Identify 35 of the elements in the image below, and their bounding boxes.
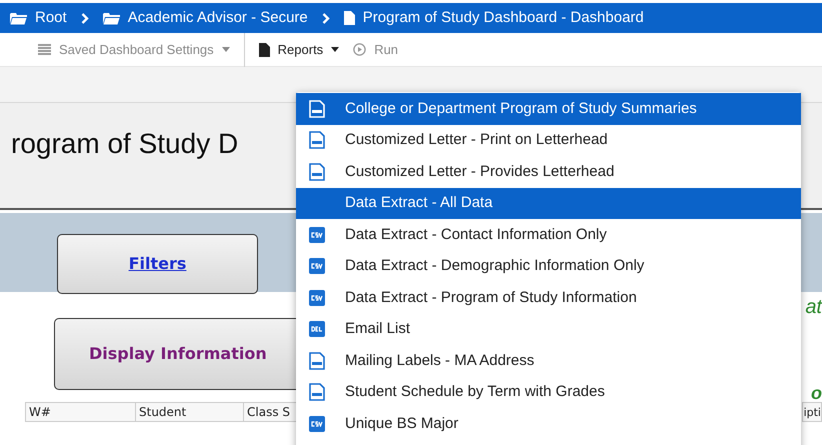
status-text: o: [811, 382, 822, 405]
csv-file-icon: [309, 258, 325, 274]
menu-item[interactable]: Data Extract - Contact Information Only: [296, 219, 801, 250]
csv-file-icon: [309, 416, 325, 432]
chevron-right-icon: [80, 12, 89, 24]
document-icon: [309, 383, 325, 402]
column-header: ipti: [802, 402, 822, 422]
menu-item[interactable]: College or Department Program of Study Summaries: [296, 93, 801, 124]
document-icon: [309, 131, 325, 150]
document-icon: [344, 11, 355, 25]
del-file-icon: [309, 321, 325, 338]
menu-item[interactable]: Customized Letter - Print on Letterhead: [296, 124, 801, 156]
play-circle-icon: [353, 43, 366, 56]
filters-button[interactable]: Filters: [57, 234, 258, 294]
breadcrumb-link[interactable]: Root: [10, 6, 67, 30]
document-icon: [309, 100, 325, 118]
chevron-right-icon: [322, 12, 330, 24]
folder-icon: [10, 12, 27, 24]
menu-item[interactable]: Customized Letter - Provides Letterhead: [296, 156, 801, 188]
menu-item[interactable]: Data Extract - Program of Study Information: [296, 282, 801, 314]
page-title: rogram of Study D: [11, 127, 238, 161]
list-icon: [38, 44, 51, 56]
column-header: W#: [26, 403, 136, 421]
column-header: Student: [136, 403, 244, 421]
csv-file-icon: [309, 290, 325, 306]
document-icon: [258, 42, 270, 56]
breadcrumb-link[interactable]: Academic Advisor - Secure: [102, 6, 308, 30]
folder-icon: [102, 12, 120, 24]
breadcrumb-link[interactable]: Program of Study Dashboard - Dashboard: [344, 6, 644, 30]
menu-item[interactable]: Data Extract - Demographic Information Only: [296, 250, 801, 282]
document-icon: [309, 352, 325, 370]
toolbar-button[interactable]: Reports: [258, 40, 340, 60]
menu-item[interactable]: Data Extract - All Data: [296, 188, 801, 219]
csv-file-icon: [309, 226, 325, 243]
document-icon: [309, 162, 325, 181]
